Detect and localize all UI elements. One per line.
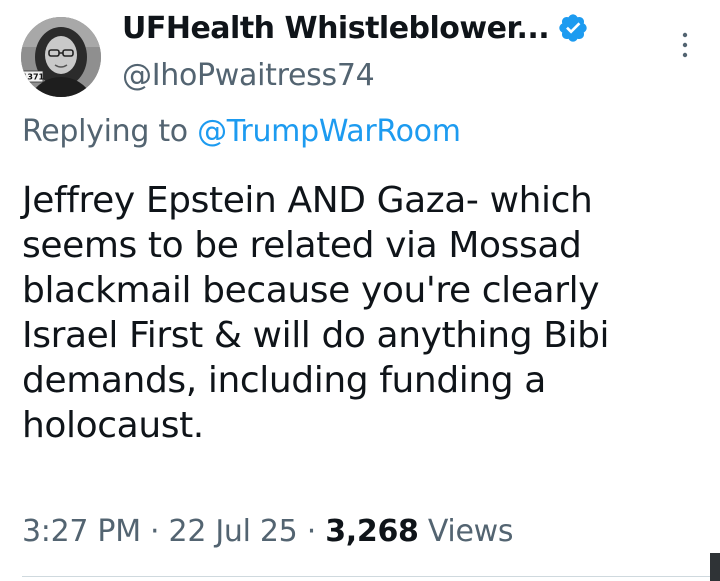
tweet-date[interactable]: 22 Jul 25 [169,514,298,549]
tweet-header: UFHealth Whistleblower... @IhoPwaitress7… [122,6,650,93]
views-label[interactable]: Views [428,514,514,549]
tweet-text-line: demands, including funding a [22,360,546,401]
tweet-text-line: blackmail because you're clearly [22,270,600,311]
meta-separator: · [150,514,160,549]
more-vertical-icon[interactable] [680,30,690,60]
divider [22,576,720,577]
tweet-time[interactable]: 3:27 PM [22,514,141,549]
avatar[interactable]: 1371 [21,17,101,97]
display-name[interactable]: UFHealth Whistleblower... [122,11,550,46]
avatar-badge-text: 1371 [22,73,45,82]
tweet: 1371 UFHealth Whistleblower... @IhoPwait… [0,0,720,581]
replying-to-label: Replying to [22,114,188,149]
tweet-text-line: Israel First & will do anything Bibi [22,315,610,356]
views-count[interactable]: 3,268 [325,514,419,549]
replying-to-line: Replying to @TrumpWarRoom [22,114,461,149]
tweet-text-line: Jeffrey Epstein AND Gaza- which [22,180,593,221]
scrollbar-thumb[interactable] [710,553,720,581]
verified-badge-icon[interactable] [557,12,589,44]
tweet-text-line: seems to be related via Mossad [22,225,582,266]
user-handle[interactable]: @IhoPwaitress74 [122,58,650,93]
tweet-text: Jeffrey Epstein AND Gaza- which seems to… [22,178,702,448]
tweet-meta: 3:27 PM · 22 Jul 25 · 3,268 Views [22,514,513,549]
name-row: UFHealth Whistleblower... [122,6,650,50]
meta-separator: · [306,514,317,549]
reply-target-link[interactable]: @TrumpWarRoom [197,114,461,149]
tweet-text-line: holocaust. [22,405,204,446]
avatar-image: 1371 [21,17,101,97]
